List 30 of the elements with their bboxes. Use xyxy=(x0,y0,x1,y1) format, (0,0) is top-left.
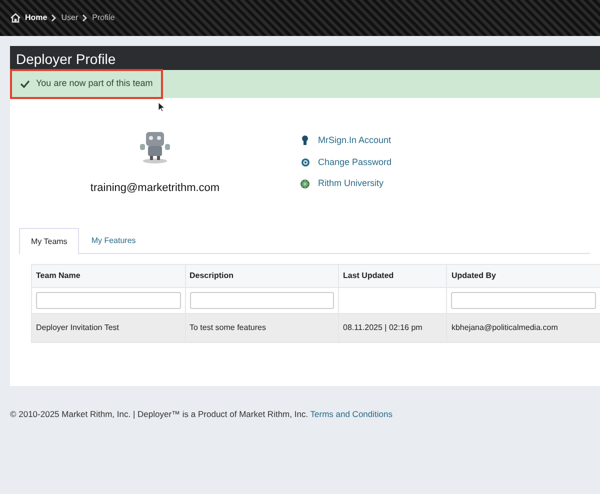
target-icon xyxy=(300,158,310,167)
home-icon[interactable] xyxy=(10,13,21,23)
profile-link[interactable]: MrSign.In Account xyxy=(318,134,392,148)
filter-field[interactable] xyxy=(36,292,180,309)
user-email: training@marketrithm.com xyxy=(90,181,220,196)
breadcrumb-link[interactable]: User xyxy=(61,12,78,24)
profile-link[interactable]: Change Password xyxy=(318,156,392,169)
filter-field[interactable] xyxy=(451,292,596,309)
tab[interactable]: My Features xyxy=(79,228,148,253)
chevron-icon xyxy=(82,14,88,22)
column-header: Description xyxy=(185,264,338,288)
mouse-pointer-icon xyxy=(158,102,165,112)
check-icon xyxy=(20,80,30,88)
profile-link[interactable]: Rithm University xyxy=(318,177,384,190)
alert-message: You are now part of this team xyxy=(10,69,163,99)
chevron-icon xyxy=(51,14,58,22)
filter-field[interactable] xyxy=(190,292,334,309)
column-header: Updated By xyxy=(446,264,600,288)
tab[interactable]: My Teams xyxy=(19,228,80,254)
table-cell: kbhejana@politicalmedia.com xyxy=(446,314,600,342)
breadcrumb-link[interactable]: Home xyxy=(25,12,48,24)
table-cell: Deployer Invitation Test xyxy=(32,314,185,342)
footer-text: © 2010-2025 Market Rithm, Inc. | Deployer™ is a Product of Market Rithm, Inc. Terms and Conditions xyxy=(9,408,394,421)
keyhole-icon xyxy=(300,135,310,146)
table-cell: To test some features xyxy=(185,314,338,342)
panel-title: Deployer Profile xyxy=(10,46,600,70)
column-header: Team Name xyxy=(32,264,185,288)
column-header: Last Updated xyxy=(338,264,447,288)
terms-link[interactable]: Terms and Conditions xyxy=(310,409,392,419)
table-cell: 08.11.2025 | 02:16 pm xyxy=(338,314,447,342)
